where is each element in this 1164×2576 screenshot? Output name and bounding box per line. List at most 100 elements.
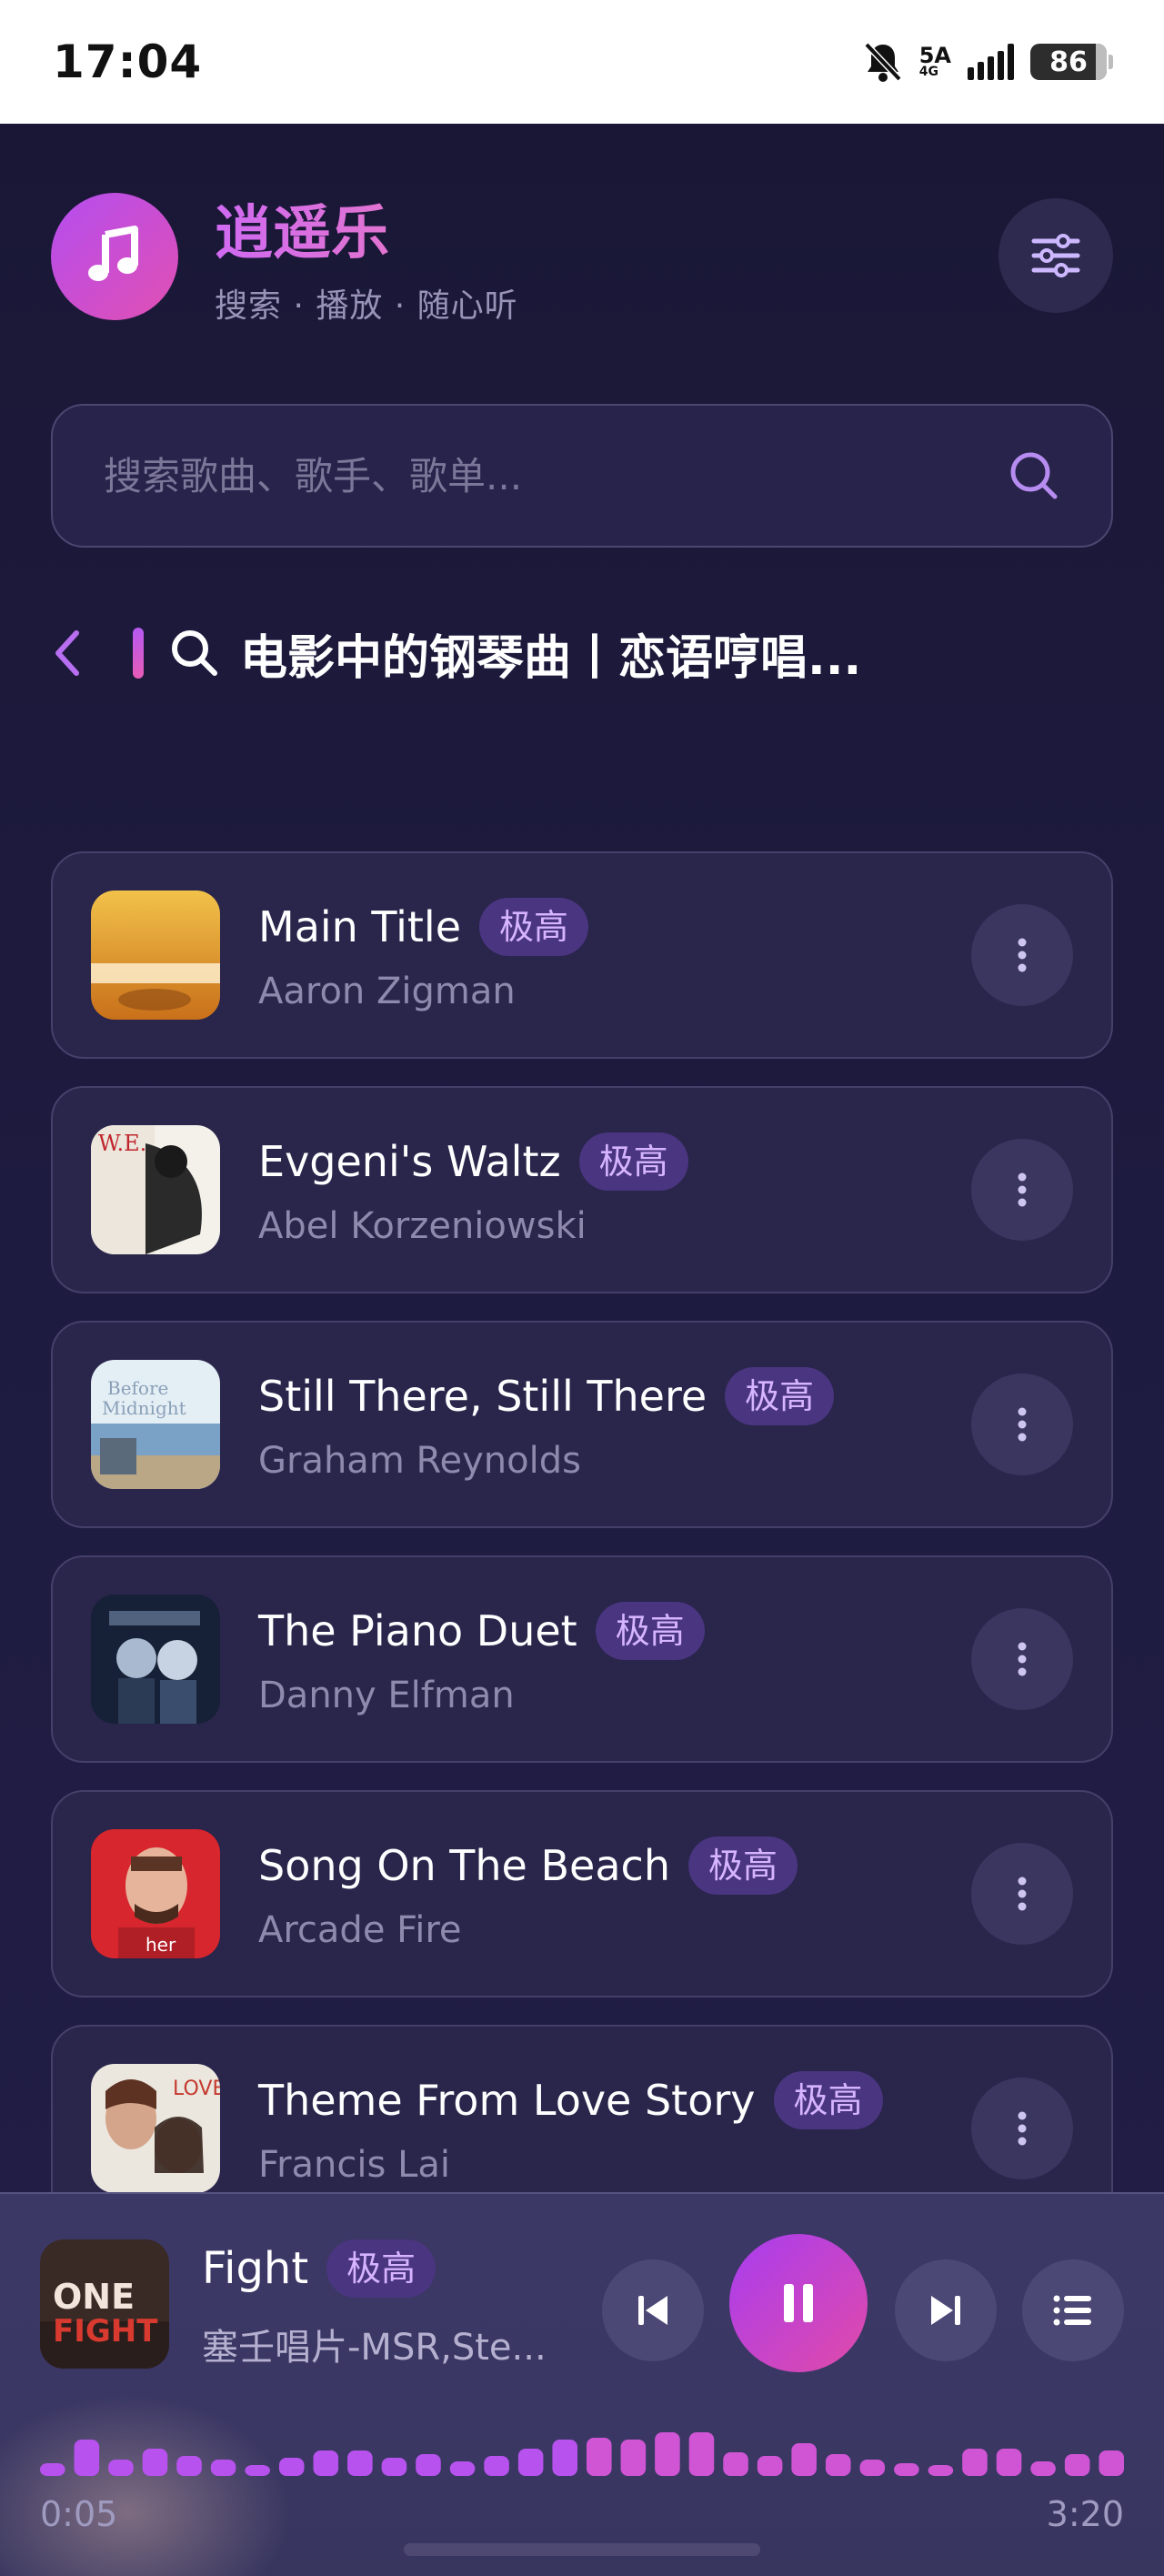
next-button[interactable] (895, 2259, 997, 2361)
album-cover: her (91, 1829, 220, 1958)
album-cover: Before Midnight (91, 1360, 220, 1489)
skip-previous-icon (638, 2296, 667, 2325)
song-title: Evgeni's Waltz (258, 1137, 561, 1186)
album-cover (91, 1595, 220, 1724)
waveform-bar (40, 2463, 65, 2476)
elapsed-time: 0:05 (40, 2494, 118, 2534)
song-title: Still There, Still There (258, 1372, 707, 1421)
waveform-bar (894, 2463, 919, 2476)
quality-badge: 极高 (687, 1836, 798, 1895)
pause-icon (784, 2284, 813, 2322)
list-item[interactable]: W.E. Evgeni's Waltz 极高 Abel Korzeniowski (51, 1086, 1113, 1293)
chevron-left-icon (55, 630, 79, 676)
song-info: Still There, Still There 极高 Graham Reyno… (258, 1367, 971, 1482)
album-cover: W.E. (91, 1125, 220, 1254)
song-artist: Aaron Zigman (258, 971, 516, 1012)
waveform-bar (859, 2460, 886, 2476)
more-button[interactable] (971, 1139, 1073, 1241)
waveform-bar (928, 2465, 954, 2476)
more-vertical-icon (1018, 2111, 1027, 2146)
list-icon (1053, 2295, 1091, 2326)
player-info: Fight 极高 塞壬唱片-MSR,Ste... (202, 2239, 584, 2370)
waveform-bar (210, 2460, 236, 2476)
status-bar: 17:04 5A 4G 86 (0, 0, 1164, 124)
brand: 逍遥乐 搜索 · 播放 · 随心听 (215, 186, 518, 327)
svg-text:her: her (146, 1934, 176, 1956)
settings-button[interactable] (998, 198, 1113, 313)
app-title: 逍遥乐 (215, 186, 518, 270)
more-button[interactable] (971, 1608, 1073, 1710)
waveform-bar (962, 2449, 988, 2476)
more-vertical-icon (1018, 1407, 1027, 1442)
waveform-bar (1030, 2461, 1056, 2476)
waveform-bar (620, 2440, 647, 2476)
bell-muted-icon (864, 42, 902, 82)
waveform-bar (484, 2456, 509, 2476)
list-item[interactable]: The Piano Duet 极高 Danny Elfman (51, 1555, 1113, 1763)
svg-text:Before: Before (107, 1377, 168, 1399)
waveform-bar (381, 2458, 407, 2476)
waveform-bar (996, 2449, 1022, 2476)
waveform-bar (108, 2460, 134, 2476)
more-button[interactable] (971, 1374, 1073, 1475)
waveform-bar (825, 2454, 851, 2476)
list-item[interactable]: her Song On The Beach 极高 Arcade Fire (51, 1790, 1113, 1997)
signal-icon (968, 44, 1014, 80)
waveform-bar (1099, 2450, 1124, 2476)
more-button[interactable] (971, 1843, 1073, 1945)
song-info: Song On The Beach 极高 Arcade Fire (258, 1836, 971, 1951)
title-accent-bar (133, 628, 144, 679)
more-vertical-icon (1018, 1642, 1027, 1676)
song-artist: Francis Lai (258, 2144, 450, 2186)
playlist-button[interactable] (1022, 2259, 1124, 2361)
waveform-bar (757, 2456, 783, 2476)
song-artist: Arcade Fire (258, 1909, 462, 1951)
quality-badge: 极高 (578, 1132, 688, 1191)
list-item[interactable]: Before Midnight Still There, Still There … (51, 1321, 1113, 1528)
home-indicator[interactable] (404, 2543, 760, 2556)
status-time: 17:04 (53, 35, 203, 88)
more-vertical-icon (1018, 1877, 1027, 1911)
waveform-bar (517, 2449, 544, 2476)
svg-text:FIGHT: FIGHT (53, 2313, 158, 2350)
quality-badge: 极高 (326, 2239, 436, 2298)
waveform-bar (587, 2438, 612, 2476)
list-item[interactable]: Main Title 极高 Aaron Zigman (51, 851, 1113, 1059)
search-input[interactable] (104, 453, 1008, 498)
song-artist: Abel Korzeniowski (258, 1205, 587, 1247)
waveform-bar (74, 2440, 100, 2476)
waveform-bar (416, 2454, 441, 2476)
waveform-bar (313, 2450, 339, 2476)
previous-button[interactable] (602, 2259, 704, 2361)
audio-waveform[interactable] (40, 2421, 1124, 2476)
skip-next-icon (931, 2296, 960, 2325)
song-title: Main Title (258, 902, 462, 951)
app-subtitle: 搜索 · 播放 · 随心听 (215, 287, 518, 325)
waveform-bar (723, 2452, 748, 2476)
pause-button[interactable] (729, 2234, 868, 2372)
quality-badge: 极高 (725, 1367, 835, 1425)
now-playing-bar[interactable]: ONE FIGHT Fight 极高 塞壬唱片-MSR,Ste... 0:05 3… (0, 2192, 1164, 2576)
svg-text:LOVE: LOVE (173, 2078, 220, 2100)
song-title: Theme From Love Story (258, 2076, 756, 2125)
song-info: Theme From Love Story 极高 Francis Lai (258, 2071, 971, 2186)
waveform-bar (655, 2432, 680, 2476)
network-indicator: 5A 4G (918, 43, 951, 79)
search-icon[interactable] (1008, 449, 1060, 502)
status-icons: 5A 4G 86 (863, 41, 1113, 83)
back-button[interactable] (51, 626, 87, 680)
waveform-bar (1064, 2454, 1090, 2476)
quality-badge: 极高 (773, 2071, 883, 2129)
total-duration: 3:20 (1046, 2494, 1124, 2534)
player-album-cover[interactable]: ONE FIGHT (40, 2239, 169, 2369)
app-logo (51, 193, 178, 320)
svg-text:ONE: ONE (53, 2277, 135, 2317)
song-info: Evgeni's Waltz 极高 Abel Korzeniowski (258, 1132, 971, 1247)
more-button[interactable] (971, 904, 1073, 1006)
album-cover: LOVE (91, 2064, 220, 2193)
music-note-icon (88, 226, 138, 281)
song-artist: Graham Reynolds (258, 1440, 581, 1482)
sliders-icon (1031, 234, 1080, 277)
more-button[interactable] (971, 2078, 1073, 2179)
quality-badge: 极高 (479, 898, 589, 956)
